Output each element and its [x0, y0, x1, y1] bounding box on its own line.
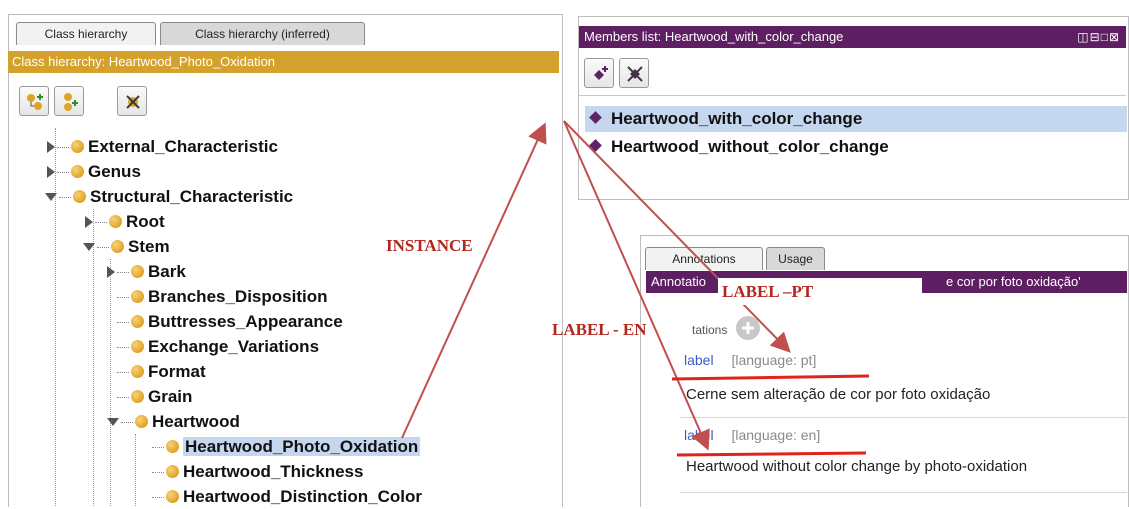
tree-node-label-selected: Heartwood_Photo_Oxidation	[183, 437, 421, 456]
annotation-row-en[interactable]: label [language: en] Heartwood without c…	[672, 420, 1127, 488]
tree-node-branches-disposition[interactable]: Branches_Disposition	[117, 284, 328, 309]
annotation-language: [language: en]	[731, 427, 821, 443]
tree-node-label: External_Characteristic	[88, 137, 278, 156]
member-item-heartwood-with-color-change[interactable]: Heartwood_with_color_change	[585, 106, 1127, 132]
members-divider	[579, 95, 1126, 96]
tree-node-label: Structural_Characteristic	[90, 187, 294, 206]
tree-node-label: Heartwood	[152, 412, 240, 431]
delete-class-icon	[126, 95, 140, 109]
tree-node-label: Branches_Disposition	[148, 287, 328, 306]
tab-class-hierarchy-inferred[interactable]: Class hierarchy (inferred)	[160, 22, 365, 45]
expand-arrow-icon[interactable]	[85, 215, 93, 228]
annotation-divider	[680, 492, 1127, 493]
annotation-property[interactable]: label	[684, 427, 714, 443]
members-list-title: Members list: Heartwood_with_color_chang…	[584, 29, 844, 44]
tree-node-grain[interactable]: Grain	[117, 384, 192, 409]
class-icon	[131, 365, 144, 379]
class-icon	[131, 340, 144, 354]
annotation-property[interactable]: label	[684, 352, 714, 368]
tree-node-exchange-variations[interactable]: Exchange_Variations	[117, 334, 319, 359]
tree-node-label: Heartwood_Thickness	[183, 462, 364, 481]
class-icon	[166, 440, 179, 454]
add-icon	[742, 322, 754, 334]
tab-usage[interactable]: Usage	[766, 247, 825, 270]
individual-icon	[589, 139, 602, 152]
add-individual-icon	[594, 66, 608, 80]
tree-node-root[interactable]: Root	[85, 209, 165, 234]
delete-class-button[interactable]	[117, 86, 147, 116]
class-icon	[109, 215, 122, 229]
tree-node-label: Heartwood_Distinction_Color	[183, 487, 422, 506]
tree-node-label: Stem	[128, 237, 170, 256]
class-icon	[166, 490, 179, 504]
class-icon	[131, 315, 144, 329]
window-controls[interactable]: ◫⊟□⊠	[1077, 26, 1120, 48]
individual-icon	[589, 111, 602, 124]
tree-node-label: Buttresses_Appearance	[148, 312, 343, 331]
tree-node-genus[interactable]: Genus	[47, 159, 141, 184]
tree-node-stem[interactable]: Stem	[83, 234, 170, 259]
annotation-language: [language: pt]	[731, 352, 817, 368]
class-icon	[166, 465, 179, 479]
class-icon	[131, 390, 144, 404]
label-pt-annotation: LABEL –PT	[718, 278, 922, 305]
collapse-arrow-icon[interactable]	[83, 242, 95, 251]
class-icon	[131, 290, 144, 304]
tree-node-heartwood[interactable]: Heartwood	[107, 409, 240, 434]
tab-class-hierarchy[interactable]: Class hierarchy	[16, 22, 156, 45]
add-subclass-icon	[27, 94, 43, 110]
tree-node-buttresses-appearance[interactable]: Buttresses_Appearance	[117, 309, 343, 334]
class-icon	[131, 265, 144, 279]
collapse-arrow-icon[interactable]	[107, 417, 119, 426]
tree-node-label: Genus	[88, 162, 141, 181]
label-en-annotation: LABEL - EN	[552, 320, 647, 339]
member-label: Heartwood_without_color_change	[611, 137, 889, 156]
delete-individual-button[interactable]	[619, 58, 649, 88]
add-individual-button[interactable]	[584, 58, 614, 88]
class-icon	[73, 190, 86, 204]
member-label: Heartwood_with_color_change	[611, 109, 863, 128]
tree-node-heartwood-distinction-color[interactable]: Heartwood_Distinction_Color	[152, 484, 422, 509]
class-icon	[111, 240, 124, 254]
tree-node-format[interactable]: Format	[117, 359, 206, 384]
add-annotation-label: tations	[692, 323, 728, 337]
annotations-header-left: Annotatio	[651, 274, 706, 289]
tree-node-label: Root	[126, 212, 165, 231]
annotation-value: Cerne sem alteração de cor por foto oxid…	[686, 386, 991, 403]
add-sibling-class-button[interactable]	[54, 86, 84, 116]
class-hierarchy-header: Class hierarchy: Heartwood_Photo_Oxidati…	[8, 51, 559, 73]
annotation-value: Heartwood without color change by photo-…	[686, 458, 1028, 475]
add-annotation-button[interactable]	[736, 316, 760, 340]
tree-node-bark[interactable]: Bark	[107, 259, 186, 284]
tree-node-structural-characteristic[interactable]: Structural_Characteristic	[45, 184, 293, 209]
tab-annotations[interactable]: Annotations	[645, 247, 763, 270]
class-icon	[135, 415, 148, 429]
annotations-header-right: e cor por foto oxidação'	[946, 274, 1081, 289]
members-list-header: Members list: Heartwood_with_color_chang…	[579, 26, 1126, 48]
instance-annotation-label: INSTANCE	[386, 236, 473, 255]
tree-node-label: Bark	[148, 262, 186, 281]
add-subclass-button[interactable]	[19, 86, 49, 116]
collapse-arrow-icon[interactable]	[45, 192, 57, 201]
class-icon	[71, 165, 84, 179]
expand-arrow-icon[interactable]	[107, 265, 115, 278]
member-item-heartwood-without-color-change[interactable]: Heartwood_without_color_change	[585, 134, 1127, 160]
tree-node-external-characteristic[interactable]: External_Characteristic	[47, 134, 278, 159]
tree-node-label: Format	[148, 362, 206, 381]
tree-node-heartwood-thickness[interactable]: Heartwood_Thickness	[152, 459, 363, 484]
tree-node-label: Exchange_Variations	[148, 337, 320, 356]
class-icon	[71, 140, 84, 154]
delete-individual-icon	[627, 66, 643, 82]
tree-node-heartwood-photo-oxidation[interactable]: Heartwood_Photo_Oxidation	[152, 434, 421, 459]
annotation-row-pt[interactable]: label [language: pt] Cerne sem alteração…	[672, 345, 1127, 413]
add-sibling-class-icon	[64, 93, 78, 111]
expand-arrow-icon[interactable]	[47, 165, 55, 178]
annotation-divider	[680, 417, 1127, 418]
tree-node-label: Grain	[148, 387, 193, 406]
expand-arrow-icon[interactable]	[47, 140, 55, 153]
